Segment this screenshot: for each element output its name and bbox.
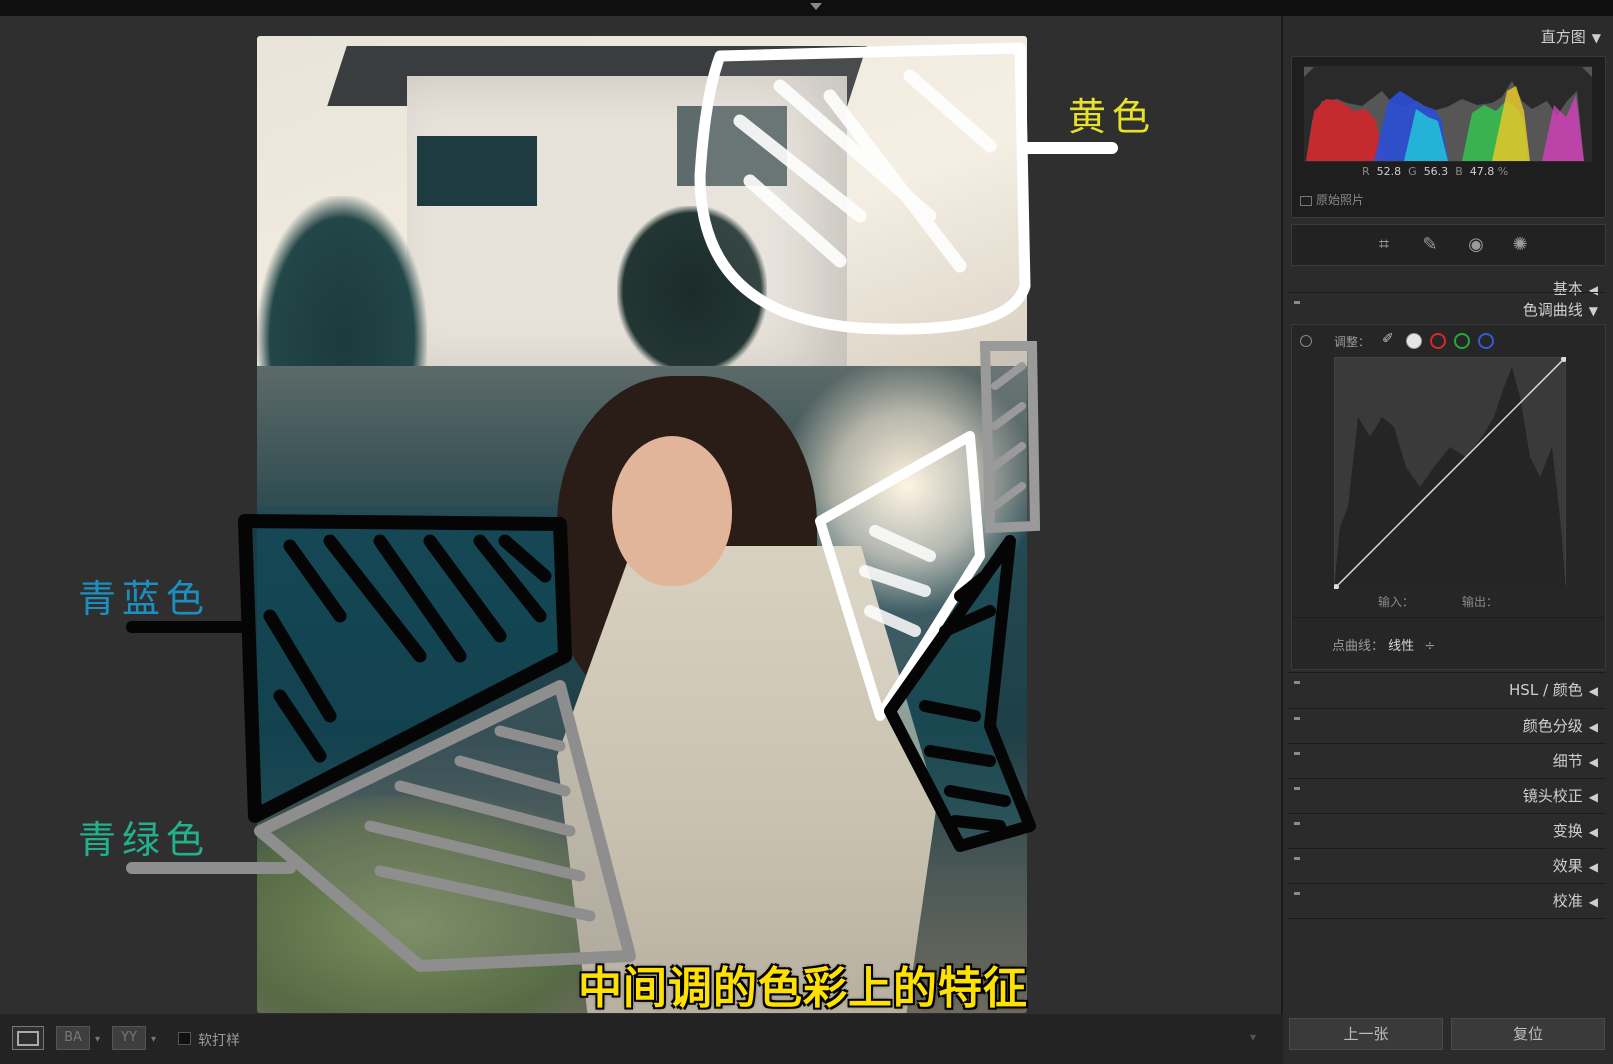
- image-canvas-area: 黄色 青蓝色 青绿色: [0, 16, 1283, 1014]
- spot-removal-icon[interactable]: ✎: [1418, 233, 1442, 257]
- expand-arrow-icon: ◀: [1588, 860, 1598, 874]
- panel-switch-icon[interactable]: [1294, 717, 1300, 720]
- develop-tool-strip: ⌗ ✎ ◉ ✺: [1291, 224, 1606, 266]
- top-panel-bar: [0, 0, 1613, 16]
- curve-input-label: 输入：: [1378, 595, 1415, 609]
- panel-switch-icon[interactable]: [1294, 857, 1300, 860]
- collapse-arrow-icon: ▼: [1588, 304, 1598, 318]
- panel-switch-icon[interactable]: [1294, 301, 1300, 304]
- before-after-dropdown-icon[interactable]: ▾: [95, 1034, 100, 1045]
- compare-dropdown-icon[interactable]: ▾: [151, 1034, 156, 1045]
- adjust-label: 调整：: [1334, 335, 1371, 349]
- collapse-arrow-icon: ▼: [1591, 31, 1601, 45]
- expand-arrow-icon: ◀: [1588, 684, 1598, 698]
- reset-button[interactable]: 复位: [1451, 1018, 1605, 1050]
- video-subtitle: 中间调的色彩上的特征: [578, 963, 1028, 1014]
- point-curve-dropdown-icon[interactable]: ÷: [1424, 639, 1435, 654]
- curve-output-label: 输出：: [1462, 595, 1499, 609]
- histogram-rgb-readout: R 52.8 G 56.3 B 47.8 %: [1362, 165, 1509, 178]
- expand-arrow-icon: ◀: [1588, 825, 1598, 839]
- panel-switch-icon[interactable]: [1294, 892, 1300, 895]
- section-effects[interactable]: 效果 ◀: [1288, 848, 1606, 879]
- panel-switch-icon[interactable]: [1294, 822, 1300, 825]
- original-photo-checkbox[interactable]: [1300, 195, 1312, 206]
- soft-proof-label: 软打样: [198, 1033, 240, 1049]
- soft-proof-checkbox[interactable]: [178, 1032, 191, 1045]
- original-photo-toggle[interactable]: 原始照片: [1300, 191, 1364, 208]
- green-channel-icon[interactable]: [1454, 333, 1470, 349]
- expand-arrow-icon: ◀: [1588, 720, 1598, 734]
- tone-curve-panel: 调整： ✐ 输入： 输出： 点曲线： 线性 ÷: [1291, 324, 1606, 670]
- section-hsl[interactable]: HSL / 颜色 ◀: [1288, 672, 1606, 703]
- point-curve-selector[interactable]: 点曲线： 线性 ÷: [1332, 635, 1435, 654]
- section-color-grading[interactable]: 颜色分级 ◀: [1288, 708, 1606, 739]
- tone-curve-section-header[interactable]: 色调曲线 ▼: [1288, 292, 1606, 323]
- cyan-green-label: 青绿色: [78, 818, 211, 862]
- expand-arrow-icon: ◀: [1588, 895, 1598, 909]
- expand-arrow-icon: ◀: [1588, 755, 1598, 769]
- point-curve-white-icon[interactable]: [1406, 333, 1422, 349]
- panel-switch-icon[interactable]: [1294, 787, 1300, 790]
- annotation-drawing: [126, 42, 1118, 972]
- top-panel-toggle-icon[interactable]: [810, 3, 822, 10]
- red-channel-icon[interactable]: [1430, 333, 1446, 349]
- previous-button[interactable]: 上一张: [1289, 1018, 1443, 1050]
- blue-channel-icon[interactable]: [1478, 333, 1494, 349]
- crop-icon[interactable]: ⌗: [1372, 233, 1396, 257]
- panel-switch-icon[interactable]: [1294, 752, 1300, 755]
- cyan-blue-label: 青蓝色: [78, 577, 211, 621]
- red-eye-icon[interactable]: ◉: [1464, 233, 1488, 257]
- tone-curve-graph[interactable]: [1334, 357, 1566, 589]
- histogram-header[interactable]: 直方图 ▼: [1541, 26, 1601, 47]
- section-transform[interactable]: 变换 ◀: [1288, 813, 1606, 844]
- radial-filter-icon[interactable]: ✺: [1508, 233, 1532, 257]
- develop-right-panel: 直方图 ▼ R 52.8 G 56.3 B 47.8 % 原始照片 ⌗ ✎ ◉ …: [1283, 16, 1613, 1064]
- toolbar-menu-icon[interactable]: ▾: [1250, 1030, 1256, 1044]
- compare-layout-button[interactable]: YY: [112, 1026, 146, 1050]
- bottom-toolbar: BA ▾ YY ▾ 软打样 ▾: [0, 1014, 1283, 1064]
- yellow-label: 黄色: [1068, 95, 1157, 139]
- section-detail[interactable]: 细节 ◀: [1288, 743, 1606, 774]
- expand-arrow-icon: ◀: [1588, 790, 1598, 804]
- section-calibration[interactable]: 校准 ◀: [1288, 883, 1606, 914]
- histogram: R 52.8 G 56.3 B 47.8 % 原始照片: [1291, 56, 1606, 218]
- target-adjust-icon[interactable]: [1300, 335, 1312, 347]
- parametric-curve-icon[interactable]: ✐: [1382, 331, 1394, 347]
- panel-switch-icon[interactable]: [1294, 681, 1300, 684]
- before-after-button[interactable]: BA: [56, 1026, 90, 1050]
- section-lens-corrections[interactable]: 镜头校正 ◀: [1288, 778, 1606, 809]
- loupe-view-button[interactable]: [12, 1026, 44, 1050]
